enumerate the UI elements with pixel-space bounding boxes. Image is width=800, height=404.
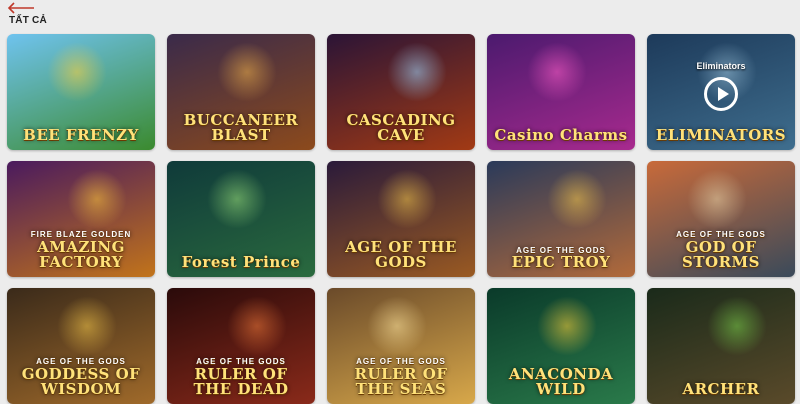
game-tile[interactable]: CASCADING CAVE	[327, 34, 475, 150]
game-tile[interactable]: AGE OF THE GODS RULER OF THE DEAD	[167, 288, 315, 404]
game-tile[interactable]: AGE OF THE GODS RULER OF THE SEAS	[327, 288, 475, 404]
game-title: AMAZING FACTORY	[37, 237, 125, 272]
game-logo: Casino Charms	[493, 126, 629, 145]
game-tile[interactable]: FIRE BLAZE GOLDEN AMAZING FACTORY	[7, 161, 155, 277]
game-logo: ELIMINATORS	[653, 126, 789, 145]
character-art	[67, 169, 127, 229]
game-logo: BEE FRENZY	[13, 126, 149, 145]
game-tile[interactable]: Casino Charms	[487, 34, 635, 150]
game-tile[interactable]: AGE OF THE GODS GODDESS OF WISDOM	[7, 288, 155, 404]
play-icon[interactable]	[704, 77, 738, 111]
game-title: ARCHER	[682, 380, 760, 399]
character-art	[527, 42, 587, 102]
character-art	[207, 169, 267, 229]
game-title: ELIMINATORS	[655, 126, 787, 145]
game-title: AGE OF THE GODS	[345, 237, 457, 272]
game-tile[interactable]: Eliminators ELIMINATORS	[647, 34, 795, 150]
character-art	[687, 169, 747, 229]
game-title: Casino Charms	[494, 126, 628, 145]
game-title: EPIC TROY	[511, 253, 611, 272]
character-art	[707, 296, 767, 356]
character-art	[547, 169, 607, 229]
game-grid: BEE FRENZY BUCCANEER BLAST CASCADING CAVE C…	[7, 34, 795, 404]
game-title: ANACONDA WILD	[508, 364, 614, 399]
game-logo: BUCCANEER BLAST	[173, 110, 309, 145]
page-title: TẤT CẢ	[9, 15, 47, 26]
game-logo: AGE OF THE GODS EPIC TROY	[493, 246, 629, 272]
game-title: BEE FRENZY	[23, 126, 139, 145]
game-tile[interactable]: ANACONDA WILD	[487, 288, 635, 404]
game-title: RULER OF THE SEAS	[354, 364, 448, 399]
character-art	[537, 296, 597, 356]
game-title: GOD OF STORMS	[682, 237, 760, 272]
character-art	[387, 42, 447, 102]
top-bar: TẤT CẢ	[0, 0, 800, 32]
back-arrow-icon[interactable]	[7, 2, 35, 14]
character-art	[377, 169, 437, 229]
game-tile[interactable]: BUCCANEER BLAST	[167, 34, 315, 150]
game-logo: AGE OF THE GODS GOD OF STORMS	[653, 230, 789, 272]
character-art	[227, 296, 287, 356]
game-logo: FIRE BLAZE GOLDEN AMAZING FACTORY	[13, 230, 149, 272]
game-title: Forest Prince	[181, 253, 301, 272]
game-title: GODDESS OF WISDOM	[21, 364, 141, 399]
game-logo: AGE OF THE GODS RULER OF THE SEAS	[333, 357, 469, 399]
game-logo: Forest Prince	[173, 253, 309, 272]
character-art	[367, 296, 427, 356]
game-logo: AGE OF THE GODS	[333, 237, 469, 272]
game-logo: AGE OF THE GODS RULER OF THE DEAD	[173, 357, 309, 399]
game-title: RULER OF THE DEAD	[193, 364, 289, 399]
character-art	[217, 42, 277, 102]
game-logo: AGE OF THE GODS GODDESS OF WISDOM	[13, 357, 149, 399]
game-tile[interactable]: BEE FRENZY	[7, 34, 155, 150]
game-title: BUCCANEER BLAST	[183, 110, 299, 145]
game-tile[interactable]: Forest Prince	[167, 161, 315, 277]
character-art	[57, 296, 117, 356]
game-tile[interactable]: ARCHER	[647, 288, 795, 404]
game-tile[interactable]: AGE OF THE GODS GOD OF STORMS	[647, 161, 795, 277]
game-logo: ANACONDA WILD	[493, 364, 629, 399]
game-tile[interactable]: AGE OF THE GODS EPIC TROY	[487, 161, 635, 277]
hover-game-label: Eliminators	[696, 61, 746, 71]
game-logo: CASCADING CAVE	[333, 110, 469, 145]
character-art	[47, 42, 107, 102]
game-logo: ARCHER	[653, 380, 789, 399]
game-title: CASCADING CAVE	[346, 110, 456, 145]
game-tile[interactable]: AGE OF THE GODS	[327, 161, 475, 277]
